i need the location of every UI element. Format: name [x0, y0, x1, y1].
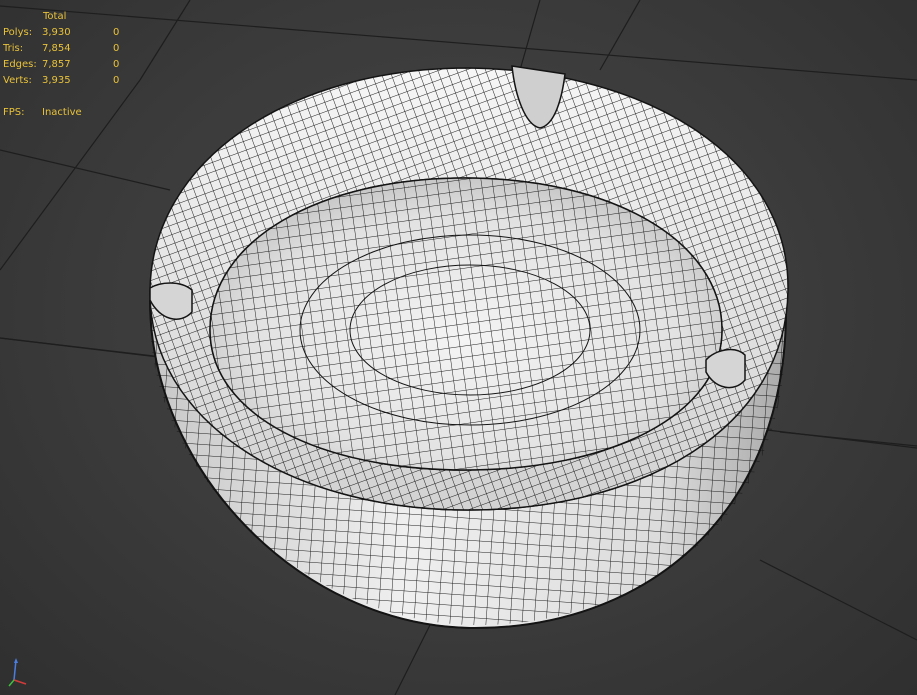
- axis-tripod-icon[interactable]: [6, 654, 30, 688]
- stat-label: Tris:: [3, 43, 24, 54]
- stat-selected-value: 0: [113, 75, 120, 86]
- stat-selected-value: 0: [113, 43, 120, 54]
- stat-label: Edges:: [3, 59, 37, 70]
- stat-label: Polys:: [3, 27, 33, 38]
- stat-total-value: 3,935: [42, 75, 71, 86]
- stat-label: Verts:: [3, 75, 32, 86]
- fps-label: FPS:: [3, 107, 25, 118]
- stat-selected-value: 0: [113, 59, 120, 70]
- stats-total-header: Total: [43, 11, 67, 22]
- perspective-viewport[interactable]: Total Polys: 3,930 0 Tris: 7,854 0 Edges…: [0, 0, 917, 695]
- stat-selected-value: 0: [113, 27, 120, 38]
- viewport-scene[interactable]: [0, 0, 917, 695]
- stat-total-value: 7,854: [42, 43, 71, 54]
- stat-total-value: 7,857: [42, 59, 71, 70]
- stat-total-value: 3,930: [42, 27, 71, 38]
- fps-value: Inactive: [42, 107, 82, 118]
